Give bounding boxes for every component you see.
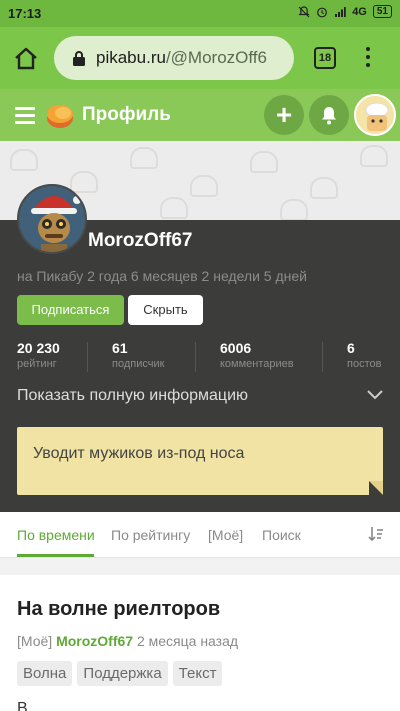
- stat-posts: 6 постов: [347, 340, 381, 370]
- address-bar[interactable]: pikabu.ru/@MorozOff6: [54, 36, 294, 80]
- mine-tag[interactable]: [Моё]: [17, 633, 52, 649]
- status-bar: 17:13 4G 51: [0, 0, 400, 27]
- status-time: 17:13: [8, 6, 42, 21]
- note-text: Уводит мужиков из-под носа: [33, 445, 245, 462]
- bell-icon: [322, 107, 336, 125]
- stat-value: 6006: [220, 340, 252, 356]
- stat-value: 6: [347, 340, 355, 356]
- chevron-down-icon[interactable]: [367, 390, 383, 400]
- sort-tabs: По времени По рейтингу [Моё] Поиск: [0, 512, 400, 558]
- post-tag[interactable]: Текст: [172, 661, 223, 686]
- alarm-icon: [317, 7, 328, 17]
- profile-member-since: на Пикабу 2 года 6 месяцев 2 недели 5 дн…: [17, 268, 307, 284]
- post-title[interactable]: На волне риелторов: [17, 598, 220, 621]
- post-text: В: [17, 700, 28, 711]
- network-type: 4G: [352, 5, 367, 18]
- url-domain: pikabu.ru: [96, 48, 166, 67]
- stat-label: подписчик: [112, 358, 165, 370]
- bell-off-icon: [298, 5, 310, 17]
- profile-note[interactable]: Уводит мужиков из-под носа: [17, 427, 383, 495]
- notifications-button[interactable]: [309, 95, 349, 135]
- stat-label: постов: [347, 358, 382, 370]
- add-post-button[interactable]: +: [264, 95, 304, 135]
- lock-icon: [73, 51, 85, 66]
- profile-stats: 20 230 рейтинг 61 подписчик 6006 коммент…: [17, 340, 387, 372]
- home-icon[interactable]: [12, 45, 40, 73]
- sort-order-icon[interactable]: [368, 526, 384, 542]
- stat-comments: 6006 комментариев: [220, 340, 294, 370]
- pikabu-logo[interactable]: [44, 99, 76, 131]
- battery-icon: 51: [372, 5, 392, 18]
- browser-menu-icon[interactable]: [362, 47, 374, 71]
- stat-value: 61: [112, 340, 128, 356]
- active-tab-indicator: [17, 554, 94, 557]
- hamburger-menu-icon[interactable]: [15, 107, 35, 124]
- profile-username: MorozOff67: [88, 230, 193, 251]
- tab-search[interactable]: Поиск: [262, 527, 301, 543]
- tab-by-rating[interactable]: По рейтингу: [111, 527, 190, 543]
- post-tag[interactable]: Волна: [17, 661, 73, 686]
- browser-toolbar: pikabu.ru/@MorozOff6 18: [0, 27, 400, 89]
- url-path: /@MorozOff6: [165, 48, 267, 67]
- stat-rating: 20 230 рейтинг: [17, 340, 60, 370]
- page-title: Профиль: [82, 104, 171, 125]
- plus-icon: +: [275, 99, 293, 130]
- post-meta: [Моё] MorozOff67 2 месяца назад: [17, 633, 238, 649]
- post-tags: Волна Поддержка Текст: [17, 661, 223, 686]
- subscribe-button[interactable]: Подписаться: [17, 295, 124, 325]
- signal-icon: [335, 6, 346, 17]
- hide-button[interactable]: Скрыть: [128, 295, 203, 325]
- site-header: Профиль +: [0, 89, 400, 141]
- stat-label: комментариев: [220, 358, 294, 370]
- tab-by-time[interactable]: По времени: [17, 527, 95, 543]
- post-author[interactable]: MorozOff67: [56, 633, 133, 649]
- tab-mine[interactable]: [Моё]: [208, 527, 243, 543]
- stat-label: рейтинг: [17, 358, 57, 370]
- stat-subscribers: 61 подписчик: [112, 340, 164, 370]
- note-corner: [369, 481, 383, 495]
- feed-separator: [0, 558, 400, 575]
- tab-switcher-button[interactable]: 18: [314, 47, 336, 69]
- post-tag[interactable]: Поддержка: [77, 661, 168, 686]
- show-full-info-link[interactable]: Показать полную информацию: [17, 387, 248, 405]
- status-icons: 4G 51: [298, 5, 392, 18]
- chef-avatar-icon: [356, 96, 394, 134]
- stat-value: 20 230: [17, 340, 60, 356]
- user-avatar-button[interactable]: [354, 94, 396, 136]
- profile-avatar[interactable]: [17, 184, 87, 254]
- post-time: 2 месяца назад: [136, 633, 239, 649]
